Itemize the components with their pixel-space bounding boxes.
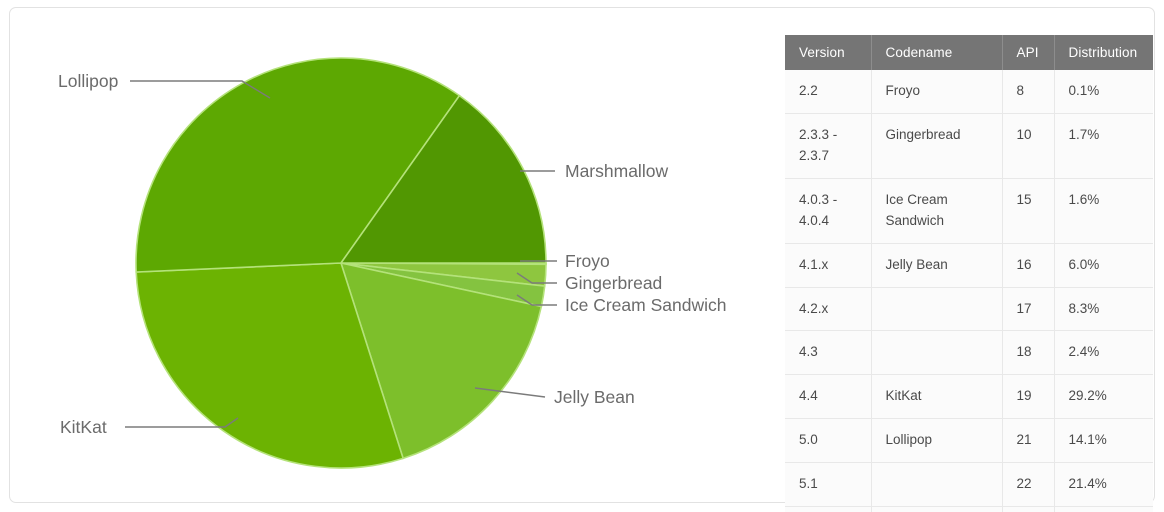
table-row: 6.0Marshmallow2315.2% [785, 506, 1153, 512]
table-row: 4.1.x Jelly Bean 16 6.0% [785, 243, 1153, 288]
cell-codename: Gingerbread [871, 113, 1003, 179]
cell-api: 18 [1002, 330, 1055, 376]
screenshot-root: Lollipop Marshmallow Froyo Gingerbread I… [0, 0, 1164, 512]
content-card: Lollipop Marshmallow Froyo Gingerbread I… [9, 7, 1155, 512]
pie-slices [135, 57, 547, 469]
cell-api: 22 [1002, 462, 1055, 508]
table-head: Version Codename API Distribution [785, 35, 1153, 70]
cell-codename: Marshmallow [871, 506, 1003, 512]
table-row: 5.1 22 21.4% [785, 462, 1153, 508]
cell-api: 23 [1002, 506, 1055, 512]
cell-version: 4.0.3 - 4.0.4 [785, 178, 872, 244]
cell-version: 5.1 [785, 462, 872, 508]
pie-label-marshmallow: Marshmallow [565, 161, 668, 181]
pie-label-froyo: Froyo [565, 251, 610, 271]
cell-version: 6.0 [785, 506, 872, 512]
android-distribution-pie-chart: Lollipop Marshmallow Froyo Gingerbread I… [58, 57, 726, 469]
table-row: 4.3 18 2.4% [785, 330, 1153, 376]
cell-version: 5.0 [785, 418, 872, 464]
cell-distribution: 15.2% [1054, 506, 1153, 512]
column-header-distribution[interactable]: Distribution [1054, 35, 1153, 70]
table-body: 2.2 Froyo 8 0.1% 2.3.3 - 2.3.7 Gingerbread 10 1… [785, 70, 1153, 512]
cell-distribution: 0.1% [1054, 70, 1153, 114]
table-header-row: Version Codename API Distribution [785, 35, 1153, 70]
cell-distribution: 2.4% [1054, 330, 1153, 376]
cell-version: 2.3.3 - 2.3.7 [785, 113, 872, 179]
column-header-codename[interactable]: Codename [871, 35, 1003, 70]
cell-codename: Jelly Bean [871, 243, 1003, 288]
column-header-version[interactable]: Version [785, 35, 872, 70]
table-row: 4.0.3 - 4.0.4 Ice Cream Sandwich 15 1.6% [785, 178, 1153, 244]
table-row: 4.4 KitKat 19 29.2% [785, 374, 1153, 420]
cell-version: 4.3 [785, 330, 872, 376]
cell-distribution: 1.6% [1054, 178, 1153, 244]
pie-chart-panel: Lollipop Marshmallow Froyo Gingerbread I… [20, 16, 770, 510]
pie-label-lollipop: Lollipop [58, 71, 118, 91]
distribution-table-panel: Version Codename API Distribution 2.2 Fro… [785, 35, 1153, 512]
cell-distribution: 14.1% [1054, 418, 1153, 464]
cell-version: 2.2 [785, 70, 872, 114]
cell-codename: Lollipop [871, 418, 1003, 464]
table-row: 2.3.3 - 2.3.7 Gingerbread 10 1.7% [785, 113, 1153, 179]
cell-codename [871, 330, 1003, 376]
cell-api: 19 [1002, 374, 1055, 420]
table-row: 4.2.x 17 8.3% [785, 287, 1153, 332]
cell-api: 10 [1002, 113, 1055, 179]
cell-api: 8 [1002, 70, 1055, 114]
cell-api: 16 [1002, 243, 1055, 288]
cell-distribution: 21.4% [1054, 462, 1153, 508]
cell-distribution: 8.3% [1054, 287, 1153, 332]
distribution-table: Version Codename API Distribution 2.2 Fro… [785, 35, 1153, 512]
cell-codename: Froyo [871, 70, 1003, 114]
pie-label-gingerbread: Gingerbread [565, 273, 662, 293]
cell-api: 15 [1002, 178, 1055, 244]
cell-api: 17 [1002, 287, 1055, 332]
cell-api: 21 [1002, 418, 1055, 464]
cell-version: 4.1.x [785, 243, 872, 288]
cell-distribution: 6.0% [1054, 243, 1153, 288]
pie-label-kitkat: KitKat [60, 417, 107, 437]
cell-version: 4.2.x [785, 287, 872, 332]
table-row: 2.2 Froyo 8 0.1% [785, 70, 1153, 114]
cell-codename [871, 287, 1003, 332]
cell-version: 4.4 [785, 374, 872, 420]
pie-label-ice-cream-sandwich: Ice Cream Sandwich [565, 295, 726, 315]
cell-distribution: 1.7% [1054, 113, 1153, 179]
cell-codename: Ice Cream Sandwich [871, 178, 1003, 244]
cell-codename [871, 462, 1003, 508]
table-row: 5.0 Lollipop 21 14.1% [785, 418, 1153, 464]
cell-codename: KitKat [871, 374, 1003, 420]
pie-label-jelly-bean: Jelly Bean [554, 387, 635, 407]
cell-distribution: 29.2% [1054, 374, 1153, 420]
column-header-api[interactable]: API [1002, 35, 1055, 70]
